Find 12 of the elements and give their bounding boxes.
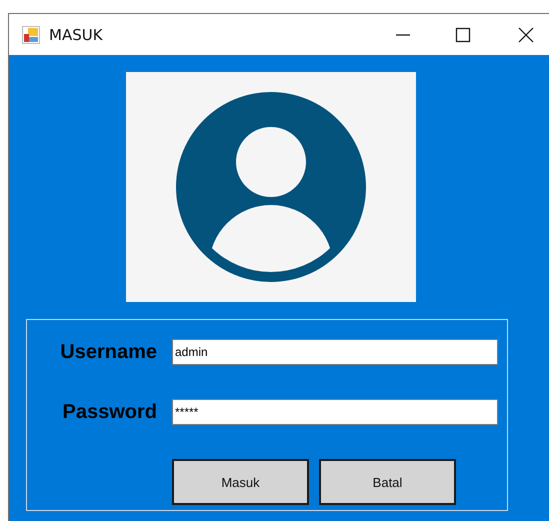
minimize-icon [396,34,410,36]
maximize-icon [455,26,471,42]
cancel-button[interactable]: Batal [319,459,456,505]
field-label: Username [60,340,157,364]
window-title: MASUK [49,26,103,44]
user-avatar-icon [176,92,366,282]
input-field[interactable]: ***** [172,399,498,425]
input-field[interactable]: admin [172,339,498,365]
app-icon [22,26,40,44]
close-icon [518,26,534,42]
login-button[interactable]: Masuk [172,459,309,505]
field-label: Password [62,400,157,424]
